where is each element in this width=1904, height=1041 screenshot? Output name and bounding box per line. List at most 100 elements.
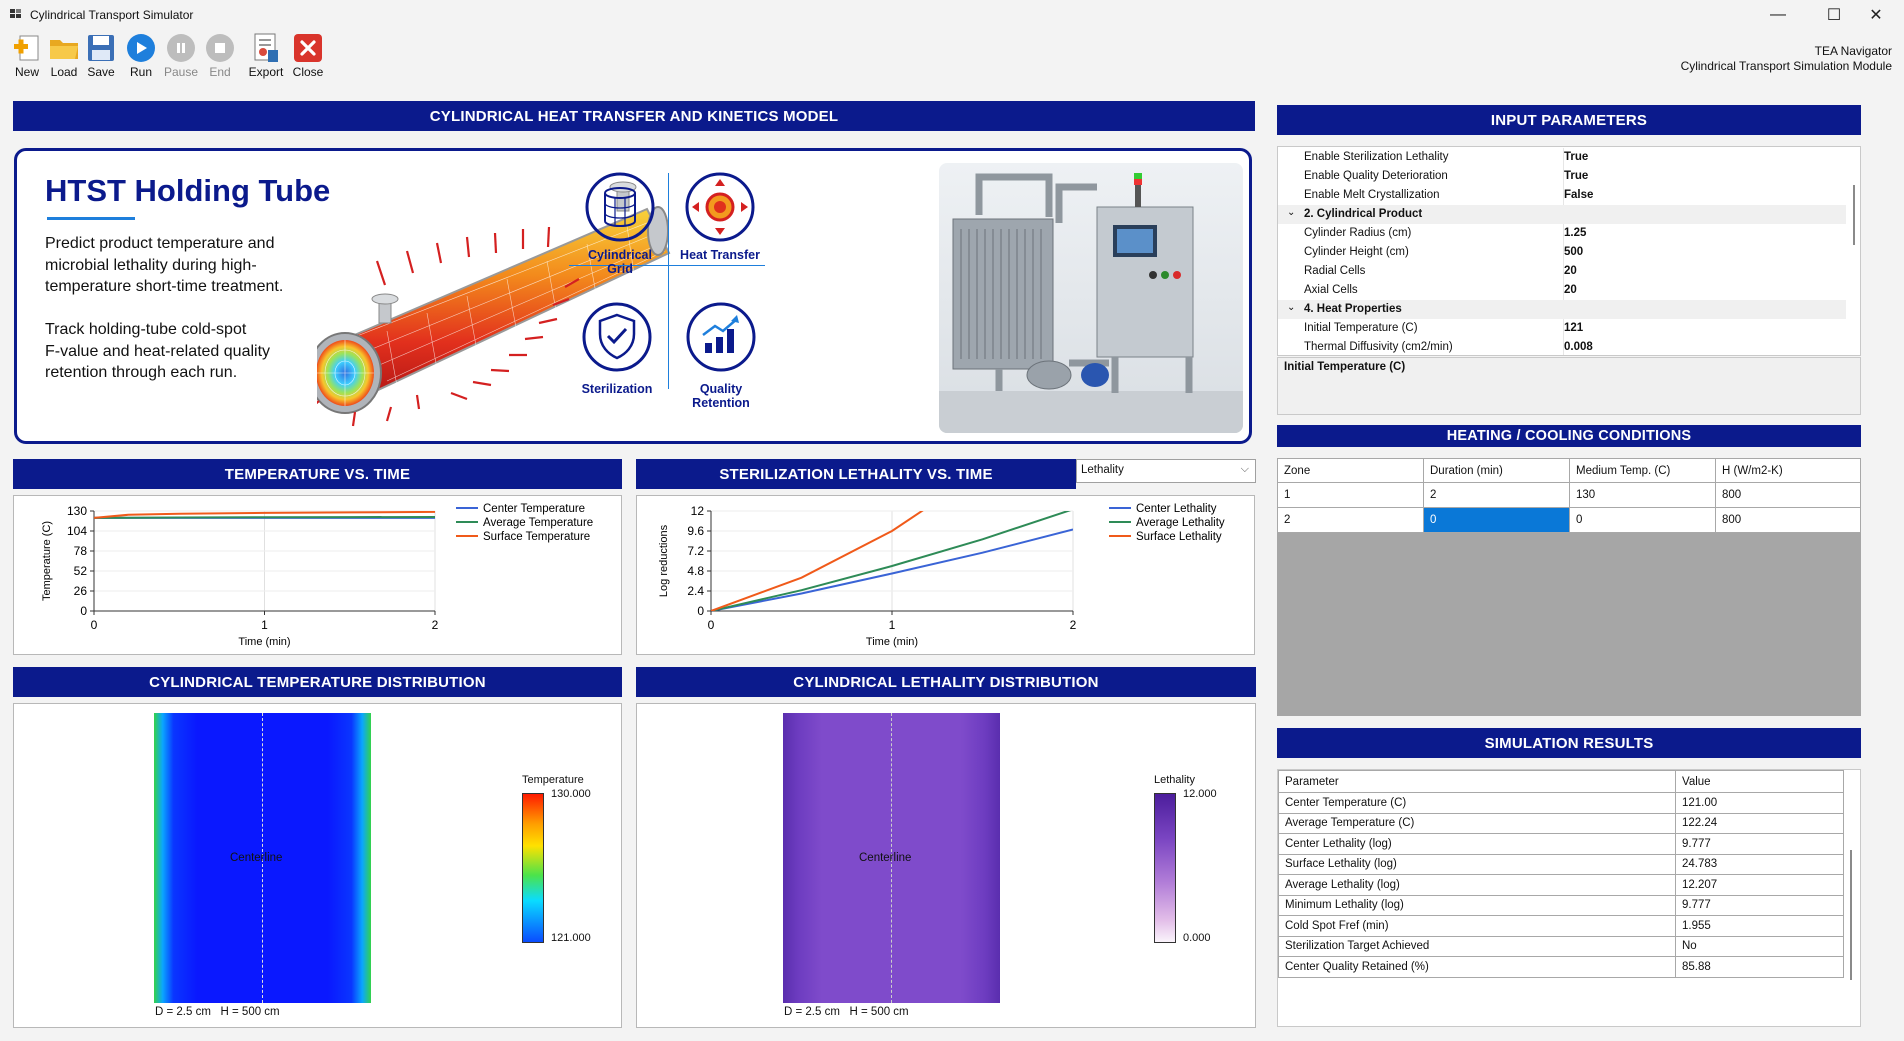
cell[interactable]: 0 bbox=[1569, 507, 1716, 533]
property-grid[interactable]: Enable Sterilization Lethality True Enable… bbox=[1277, 146, 1861, 356]
property-row[interactable]: Radial Cells 20 bbox=[1278, 262, 1846, 281]
model-header: CYLINDRICAL HEAT TRANSFER AND KINETICS M… bbox=[13, 101, 1255, 131]
results-scroll-thumb[interactable] bbox=[1850, 850, 1852, 980]
end-button[interactable]: End bbox=[204, 32, 236, 82]
property-value[interactable]: 500 bbox=[1564, 246, 1583, 258]
result-value[interactable]: 9.777 bbox=[1675, 894, 1844, 916]
property-value[interactable]: True bbox=[1564, 151, 1588, 163]
lethality-chart-svg: 02.44.87.29.6120 1 2Time (min)Log reductio… bbox=[658, 503, 1225, 648]
result-parameter[interactable]: Cold Spot Fref (min) bbox=[1278, 915, 1676, 937]
result-parameter[interactable]: Average Temperature (C) bbox=[1278, 812, 1676, 834]
property-value[interactable]: 20 bbox=[1564, 284, 1577, 296]
x-tick-label: 1 bbox=[889, 618, 896, 632]
cell[interactable]: 800 bbox=[1715, 482, 1861, 508]
property-category[interactable]: ⌄ 2. Cylindrical Product bbox=[1278, 205, 1846, 224]
legend-label: Center Temperature bbox=[483, 503, 585, 515]
property-value[interactable]: 0.008 bbox=[1564, 341, 1593, 353]
cell[interactable]: 2 bbox=[1277, 507, 1424, 533]
selected-cell[interactable]: 0 bbox=[1423, 507, 1570, 533]
col-value[interactable]: Value bbox=[1675, 770, 1844, 793]
save-button[interactable]: Save bbox=[84, 32, 118, 82]
col-duration[interactable]: Duration (min) bbox=[1423, 458, 1570, 483]
chevron-down-icon: ⌵ bbox=[1240, 463, 1249, 475]
lethality-distribution-panel: Centerline D = 2.5 cm H = 500 cm Lethali… bbox=[636, 703, 1256, 1028]
close-button[interactable]: Close bbox=[290, 32, 326, 82]
result-value[interactable]: 9.777 bbox=[1675, 833, 1844, 855]
result-parameter[interactable]: Surface Lethality (log) bbox=[1278, 853, 1676, 875]
results-header: SIMULATION RESULTS bbox=[1277, 728, 1861, 758]
result-value[interactable]: 12.207 bbox=[1675, 874, 1844, 896]
legend-label: Center Lethality bbox=[1136, 503, 1217, 515]
property-row[interactable]: Cylinder Height (cm) 500 bbox=[1278, 243, 1846, 262]
export-button[interactable]: Export bbox=[247, 32, 285, 82]
banner-description-2: Track holding-tube cold-spot F-value and … bbox=[45, 321, 271, 381]
property-value[interactable]: 1.25 bbox=[1564, 227, 1586, 239]
property-name: Enable Melt Crystallization bbox=[1304, 189, 1440, 201]
result-parameter[interactable]: Average Lethality (log) bbox=[1278, 874, 1676, 896]
property-scroll-thumb[interactable] bbox=[1853, 185, 1855, 245]
result-parameter[interactable]: Center Temperature (C) bbox=[1278, 792, 1676, 814]
lethality-color-scale bbox=[1154, 793, 1176, 943]
temperature-chart-svg: 0 26 52 78 104 130 0 1 2 Time (min) Temperature (C… bbox=[41, 503, 593, 648]
property-row[interactable]: Initial Temperature (C) 121 bbox=[1278, 319, 1846, 338]
input-parameters-header: INPUT PARAMETERS bbox=[1277, 105, 1861, 135]
col-medium-temp[interactable]: Medium Temp. (C) bbox=[1569, 458, 1716, 483]
property-category[interactable]: ⌄ 4. Heat Properties bbox=[1278, 300, 1846, 319]
col-h[interactable]: H (W/m2-K) bbox=[1715, 458, 1861, 483]
result-value[interactable]: No bbox=[1675, 935, 1844, 957]
cell[interactable]: 130 bbox=[1569, 482, 1716, 508]
conditions-grid[interactable]: Zone Duration (min) Medium Temp. (C) H (… bbox=[1277, 458, 1861, 716]
new-file-icon bbox=[11, 32, 43, 64]
property-name: Thermal Diffusivity (cm2/min) bbox=[1304, 341, 1453, 353]
property-row[interactable]: Enable Quality Deterioration True bbox=[1278, 167, 1846, 186]
property-value[interactable]: False bbox=[1564, 189, 1593, 201]
property-row[interactable]: Axial Cells 20 bbox=[1278, 281, 1846, 300]
module-title: TEA Navigator Cylindrical Transport Simu… bbox=[1681, 44, 1892, 74]
property-row[interactable]: Enable Melt Crystallization False bbox=[1278, 186, 1846, 205]
table-row: Center Quality Retained (%) 85.88 bbox=[1278, 956, 1844, 978]
series-line bbox=[94, 516, 435, 519]
property-value[interactable]: True bbox=[1564, 170, 1588, 182]
cell[interactable]: 1 bbox=[1277, 482, 1424, 508]
x-tick-label: 2 bbox=[432, 618, 439, 632]
result-parameter[interactable]: Center Lethality (log) bbox=[1278, 833, 1676, 855]
result-parameter[interactable]: Minimum Lethality (log) bbox=[1278, 894, 1676, 916]
property-value[interactable]: 121 bbox=[1564, 322, 1583, 334]
load-button[interactable]: Load bbox=[46, 32, 82, 82]
growth-chart-icon bbox=[686, 302, 756, 372]
y-tick-label: 104 bbox=[67, 524, 87, 538]
result-value[interactable]: 122.24 bbox=[1675, 812, 1844, 834]
result-parameter[interactable]: Sterilization Target Achieved bbox=[1278, 935, 1676, 957]
col-parameter[interactable]: Parameter bbox=[1278, 770, 1676, 793]
cell[interactable]: 2 bbox=[1423, 482, 1570, 508]
cell[interactable]: 800 bbox=[1715, 507, 1861, 533]
result-parameter[interactable]: Center Quality Retained (%) bbox=[1278, 956, 1676, 978]
close-window-button[interactable]: ✕ bbox=[1848, 0, 1904, 30]
feature-quality-retention: Quality Retention bbox=[671, 301, 771, 410]
lethality-time-header: STERILIZATION LETHALITY VS. TIME bbox=[636, 459, 1076, 489]
result-value[interactable]: 1.955 bbox=[1675, 915, 1844, 937]
lethality-select[interactable]: Lethality ⌵ bbox=[1076, 459, 1256, 483]
description-title: Initial Temperature (C) bbox=[1284, 361, 1406, 373]
pause-button[interactable]: Pause bbox=[162, 32, 200, 82]
property-row[interactable]: Enable Sterilization Lethality True bbox=[1278, 148, 1846, 167]
results-grid[interactable]: Parameter Value Center Temperature (C) 12… bbox=[1277, 769, 1861, 1027]
collapse-icon[interactable]: ⌄ bbox=[1287, 207, 1295, 218]
collapse-icon[interactable]: ⌄ bbox=[1287, 302, 1295, 313]
result-value[interactable]: 121.00 bbox=[1675, 792, 1844, 814]
result-value[interactable]: 24.783 bbox=[1675, 853, 1844, 875]
lethality-scale-max: 12.000 bbox=[1183, 788, 1217, 800]
cylinder-grid-icon bbox=[585, 172, 655, 242]
temperature-time-header: TEMPERATURE VS. TIME bbox=[13, 459, 622, 489]
col-zone[interactable]: Zone bbox=[1277, 458, 1424, 483]
run-button[interactable]: Run bbox=[124, 32, 158, 82]
result-value[interactable]: 85.88 bbox=[1675, 956, 1844, 978]
property-scrollbar[interactable] bbox=[1849, 147, 1860, 355]
property-row[interactable]: Cylinder Radius (cm) 1.25 bbox=[1278, 224, 1846, 243]
minimize-button[interactable]: — bbox=[1750, 0, 1806, 30]
x-axis-label: Time (min) bbox=[866, 636, 918, 648]
title-underline bbox=[47, 217, 135, 220]
property-row[interactable]: Thermal Diffusivity (cm2/min) 0.008 bbox=[1278, 338, 1846, 355]
new-button[interactable]: New bbox=[10, 32, 44, 82]
property-value[interactable]: 20 bbox=[1564, 265, 1577, 277]
